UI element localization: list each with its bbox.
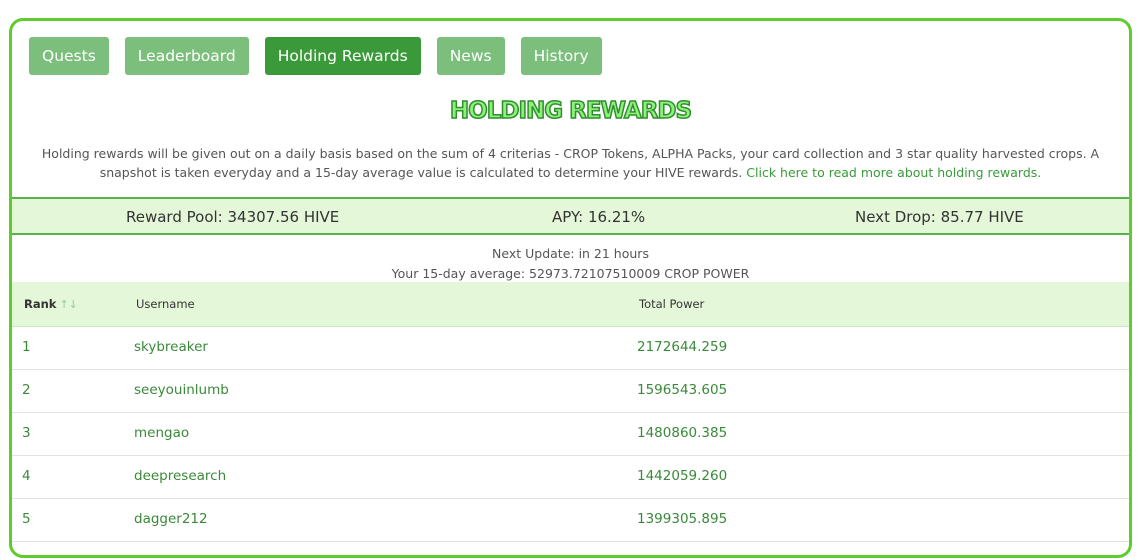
tab-news[interactable]: News [436,37,505,75]
tab-history[interactable]: History [520,37,602,75]
username-cell: seeyouinlumb [134,382,229,398]
sort-arrows-icon[interactable]: ↑↓ [59,298,77,311]
page-title: HOLDING REWARDS [449,97,693,125]
power-cell: 1480860.385 [637,425,728,441]
next-update: Next Update: in 21 hours [492,246,649,261]
rank-cell: 1 [22,339,31,355]
rank-header[interactable]: Rank ↑↓ [24,297,78,311]
table-row: 5 dagger212 1399305.895 [12,499,1129,542]
username-header[interactable]: Username [136,297,195,311]
power-cell: 1596543.605 [637,382,728,398]
rank-cell: 5 [22,511,31,527]
username-cell: dagger212 [134,511,208,527]
leaderboard-table: Rank ↑↓ Username Total Power 1 skybreaker… [12,282,1129,542]
read-more-link[interactable]: Click here to read more about holding re… [746,165,1041,180]
holding-rewards-panel: Quests Leaderboard Holding Rewards News … [9,18,1132,558]
username-cell: deepresearch [134,468,227,484]
username-cell: skybreaker [134,339,208,355]
tab-bar: Quests Leaderboard Holding Rewards News … [29,37,602,75]
power-cell: 2172644.259 [637,339,728,355]
table-row: 2 seeyouinlumb 1596543.605 [12,370,1129,413]
power-cell: 1399305.895 [637,511,728,527]
fifteen-day-average: Your 15-day average: 52973.72107510009 C… [391,266,750,281]
rank-cell: 4 [22,468,31,484]
table-row: 1 skybreaker 2172644.259 [12,327,1129,370]
tab-quests[interactable]: Quests [29,37,109,75]
tab-leaderboard[interactable]: Leaderboard [124,37,249,75]
table-row: 3 mengao 1480860.385 [12,413,1129,456]
total-power-header[interactable]: Total Power [639,297,704,311]
username-cell: mengao [134,425,190,441]
apy: APY: 16.21% [552,208,646,226]
rank-cell: 2 [22,382,31,398]
table-header: Rank ↑↓ Username Total Power [12,282,1129,327]
tab-holding-rewards[interactable]: Holding Rewards [264,37,421,75]
power-cell: 1442059.260 [637,468,728,484]
table-row: 4 deepresearch 1442059.260 [12,456,1129,499]
description: Holding rewards will be given out on a d… [12,144,1129,182]
reward-pool: Reward Pool: 34307.56 HIVE [126,208,340,226]
stats-bar: Reward Pool: 34307.56 HIVE APY: 16.21% N… [12,197,1129,235]
update-info: Next Update: in 21 hours Your 15-day ave… [12,244,1129,284]
next-drop: Next Drop: 85.77 HIVE [855,208,1024,226]
rank-cell: 3 [22,425,31,441]
